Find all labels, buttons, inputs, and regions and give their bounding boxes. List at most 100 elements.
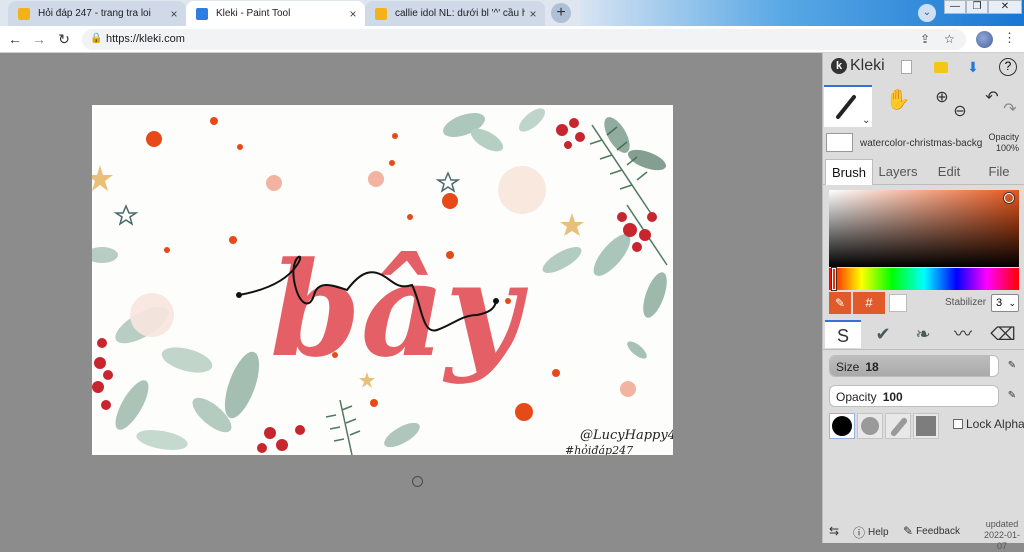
layer-opacity-label: Opacity <box>988 132 1019 142</box>
help-icon[interactable]: ? <box>999 58 1017 76</box>
download-icon[interactable]: ⬇ <box>964 58 982 76</box>
tab-hoidap[interactable]: Hỏi đáp 247 - trang tra loi × <box>8 1 186 26</box>
tool-selector: ⌄ ✋ ⊕ ⊖ ↶ ↷ <box>823 83 1024 127</box>
layer-opacity: Opacity 100% <box>983 132 1019 154</box>
lock-alpha-label: Lock Alpha <box>966 417 1024 431</box>
maximize-button[interactable]: ❐ <box>966 0 988 14</box>
address-bar[interactable]: 🔒 https://kleki.com ⇪ ☆ <box>82 29 966 50</box>
tab-search-button[interactable]: ⌄ <box>918 4 936 22</box>
layer-name: watercolor-christmas-backg <box>860 138 982 149</box>
panel-header: k Kleki ⬇ ? <box>823 53 1024 81</box>
svg-text:⌄: ⌄ <box>862 115 870 126</box>
close-tab-icon[interactable]: × <box>345 7 361 21</box>
color-saturation-picker[interactable] <box>829 190 1019 267</box>
active-layer-row[interactable]: watercolor-christmas-backg Opacity 100% <box>823 130 1024 158</box>
eyedropper-icon[interactable]: ✎ <box>829 292 851 314</box>
chevron-down-icon: ⌄ <box>1008 298 1016 308</box>
feedback-link[interactable]: ✎ Feedback <box>903 524 960 538</box>
help-label: Help <box>868 527 889 538</box>
stabilizer-value: 3 <box>996 297 1003 309</box>
close-window-button[interactable]: ✕ <box>988 0 1022 14</box>
tab-title: Hỏi đáp 247 - trang tra loi <box>38 8 151 19</box>
hue-slider-marker[interactable] <box>832 268 836 290</box>
updated-info[interactable]: updated 2022-01-07 <box>979 519 1024 552</box>
brush-type-selector: S ✔ ❧ 〰 ⌫ <box>823 318 1024 350</box>
opacity-value: 100 <box>882 390 903 404</box>
feedback-label: Feedback <box>916 525 960 537</box>
tab-brush[interactable]: Brush <box>825 159 873 185</box>
chisel-shape[interactable] <box>885 413 911 439</box>
square-shape[interactable] <box>913 413 939 439</box>
browser-tab-strip: Hỏi đáp 247 - trang tra loi × Kleki - Pa… <box>0 0 1024 26</box>
kleki-favicon-icon <box>196 7 208 20</box>
layer-thumbnail <box>826 133 853 152</box>
share-icon[interactable]: ⇪ <box>920 32 930 46</box>
forward-button[interactable]: → <box>30 30 48 48</box>
brush-cursor <box>412 476 423 487</box>
brush-tool-button[interactable]: ⌄ <box>824 85 872 127</box>
bookmark-star-icon[interactable]: ☆ <box>944 32 955 46</box>
tab-file[interactable]: File <box>975 159 1023 185</box>
tab-layers[interactable]: Layers <box>873 159 923 185</box>
new-image-icon[interactable] <box>897 58 915 76</box>
opacity-slider[interactable]: Opacity 100 <box>829 385 999 407</box>
updated-label: updated <box>985 519 1019 529</box>
secondary-color-swatch[interactable] <box>889 294 907 312</box>
site-favicon-icon <box>375 7 387 20</box>
browser-toolbar: ← → ↻ 🔒 https://kleki.com ⇪ ☆ ⋮ <box>0 26 1024 53</box>
updated-date: 2022-01-07 <box>983 530 1021 551</box>
panel-tabs: Brush Layers Edit File <box>823 159 1024 185</box>
reload-button[interactable]: ↻ <box>55 30 73 48</box>
site-favicon-icon <box>18 7 30 20</box>
round-hard-shape[interactable] <box>829 413 855 439</box>
help-circle-icon: ⓘ <box>853 526 866 540</box>
layer-opacity-value: 100% <box>995 143 1019 153</box>
stabilizer-select[interactable]: 3 ⌄ <box>991 294 1019 312</box>
minimize-button[interactable]: — <box>944 0 966 14</box>
opacity-label: Opacity <box>836 390 877 404</box>
size-value: 18 <box>865 360 879 374</box>
close-tab-icon[interactable]: × <box>525 7 541 21</box>
pen-brush-icon[interactable]: S <box>825 320 861 348</box>
profile-avatar[interactable] <box>976 31 993 48</box>
size-slider[interactable]: Size 18 <box>829 355 999 377</box>
sketchy-brush-icon[interactable]: ❧ <box>905 320 941 348</box>
kleki-logo[interactable]: k Kleki <box>831 57 885 75</box>
tab-edit[interactable]: Edit <box>925 159 973 185</box>
size-edit-icon[interactable]: ✎ <box>1005 359 1019 373</box>
help-link[interactable]: ⓘ Help <box>853 524 889 541</box>
eraser-icon[interactable]: ⌫ <box>985 320 1021 348</box>
size-slider-text: Size 18 <box>836 360 879 374</box>
lock-icon: 🔒 <box>90 33 103 44</box>
artwork-illustration: bây @LucyHappy4 #hỏiđáp247 <box>92 108 673 455</box>
open-folder-icon[interactable] <box>932 58 950 76</box>
brush-shape-selector: Lock Alpha <box>829 413 1024 441</box>
lock-alpha-checkbox[interactable]: Lock Alpha <box>953 417 1024 431</box>
blend-brush-icon[interactable]: ✔ <box>865 320 901 348</box>
tab-kleki[interactable]: Kleki - Paint Tool × <box>186 1 365 26</box>
artwork-main-text: bây <box>270 233 528 386</box>
canvas-workspace[interactable]: bây @LucyHappy4 #hỏiđáp247 <box>0 53 822 543</box>
close-tab-icon[interactable]: × <box>166 7 182 21</box>
color-picker-knob[interactable] <box>1004 193 1014 203</box>
brush-tool-icon: ⌄ <box>836 95 870 126</box>
hand-tool-icon[interactable]: ✋ <box>883 87 913 123</box>
pixel-brush-icon[interactable]: 〰 <box>945 320 981 348</box>
tab-title: callie idol NL: dưới bl '^' cầu hỏi... <box>395 8 525 19</box>
swap-panel-icon[interactable]: ⇆ <box>829 524 842 538</box>
stabilizer-label: Stabilizer <box>945 297 987 308</box>
opacity-edit-icon[interactable]: ✎ <box>1005 389 1019 403</box>
browser-menu-icon[interactable]: ⋮ <box>1003 30 1016 46</box>
hue-slider[interactable] <box>829 268 1019 290</box>
url-text: https://kleki.com <box>106 33 185 45</box>
hex-input-button[interactable]: # <box>853 292 885 314</box>
opacity-slider-text: Opacity 100 <box>836 390 903 404</box>
new-tab-button[interactable]: + <box>551 3 571 23</box>
round-soft-shape[interactable] <box>857 413 883 439</box>
tool-panel: k Kleki ⬇ ? ⌄ ✋ ⊕ ⊖ ↶ ↷ watercolor-chris… <box>822 53 1024 551</box>
artwork-hashtag: #hỏiđáp247 <box>565 444 633 455</box>
back-button[interactable]: ← <box>6 30 24 48</box>
tab-callie[interactable]: callie idol NL: dưới bl '^' cầu hỏi... × <box>365 1 545 26</box>
color-controls: ✎ # Stabilizer 3 ⌄ <box>829 292 1024 314</box>
drawing-canvas[interactable]: bây @LucyHappy4 #hỏiđáp247 <box>92 105 673 455</box>
